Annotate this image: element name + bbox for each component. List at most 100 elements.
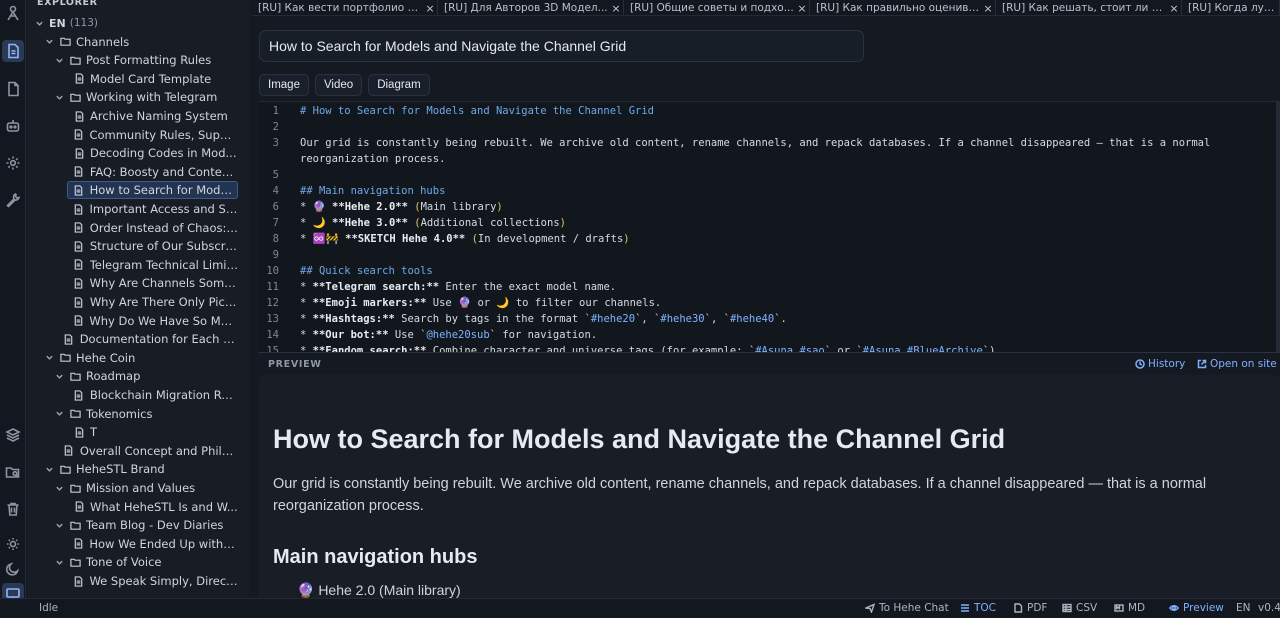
- code-token: @hehe20sub: [426, 329, 490, 341]
- code-token: *: [300, 297, 313, 309]
- pdf-button[interactable]: PDF: [1013, 602, 1047, 614]
- line-content: * 🌙 **Hehe 3.0** (Additional collections…: [300, 215, 566, 231]
- editor-tab[interactable]: [RU] Как вести портфолио а... ×: [252, 0, 438, 15]
- line-number: 13: [266, 313, 279, 325]
- tree-file[interactable]: Order Instead of Chaos: ...: [73, 219, 238, 237]
- preview-heading: How to Search for Models and Navigate th…: [273, 424, 1006, 454]
- tree-file[interactable]: T: [73, 423, 238, 441]
- tree-file[interactable]: Community Rules, Suppo...: [73, 126, 238, 144]
- code-token: Use 🔮 or 🌙 to filter our channels.: [426, 297, 662, 309]
- file-icon: [73, 240, 85, 252]
- preview-pane: How to Search for Models and Navigate th…: [259, 375, 1280, 598]
- toc-label: TOC: [974, 602, 997, 614]
- open-on-site-button[interactable]: Open on site: [1197, 357, 1277, 371]
- tab-close-icon[interactable]: ×: [609, 2, 623, 15]
- tree-folder[interactable]: Working with Telegram: [53, 88, 238, 106]
- settings-icon[interactable]: [2, 152, 24, 174]
- insert-image-button[interactable]: Image: [259, 74, 309, 96]
- tree-file[interactable]: Important Access and Su...: [73, 200, 238, 218]
- insert-video-button[interactable]: Video: [314, 74, 363, 96]
- file-icon: [73, 501, 85, 513]
- code-token: #hehe40: [729, 313, 775, 325]
- tree-item-label: Post Formatting Rules: [86, 53, 212, 68]
- code-token: ): [496, 201, 503, 213]
- code-token: *: [300, 329, 313, 341]
- code-token: ` for navigation.: [489, 329, 598, 341]
- tree-folder[interactable]: Hehe Coin: [43, 349, 238, 367]
- folder-icon: [69, 556, 81, 568]
- layers-icon[interactable]: [2, 424, 24, 446]
- tree-file[interactable]: Blockchain Migration Ro...: [73, 386, 238, 404]
- chevron-down-icon: [53, 482, 65, 494]
- editor-tab[interactable]: [RU] Для Авторов 3D Модел... ×: [438, 0, 624, 15]
- editor-tab[interactable]: [RU] Когда лучше в: [1182, 0, 1280, 15]
- tools-icon[interactable]: [2, 189, 24, 211]
- language-selector[interactable]: EN: [1236, 602, 1251, 614]
- tree-folder[interactable]: Post Formatting Rules: [53, 51, 238, 69]
- insert-diagram-button[interactable]: Diagram: [368, 74, 430, 96]
- tree-file[interactable]: We Speak Simply, Directl...: [73, 572, 238, 590]
- code-token: *: [300, 345, 313, 352]
- line-content: ## Main navigation hubs: [300, 183, 445, 199]
- tree-file[interactable]: How to Search for Model...: [67, 181, 238, 200]
- folder-search-icon[interactable]: [2, 461, 24, 483]
- explorer-panel: EXPLORER EN (113) Channels Post Formattin…: [27, 0, 249, 598]
- editor-tab[interactable]: [RU] Как правильно оценива... ×: [810, 0, 996, 15]
- chevron-down-icon: [53, 91, 65, 103]
- to-chat-button[interactable]: To Hehe Chat: [865, 602, 949, 614]
- code-token: **SKETCH Hehe 4.0**: [345, 233, 466, 245]
- code-token: *: [300, 313, 313, 325]
- toc-button[interactable]: TOC: [960, 602, 996, 614]
- tree-item-label: Mission and Values: [86, 481, 196, 495]
- tree-file[interactable]: Documentation for Each C...: [63, 330, 238, 348]
- explorer-icon[interactable]: [2, 40, 24, 62]
- tree-file[interactable]: What HeheSTL Is and W...: [73, 498, 238, 516]
- tree-folder[interactable]: Roadmap: [53, 367, 238, 385]
- tree-file[interactable]: Telegram Technical Limit...: [73, 256, 238, 274]
- tree-folder[interactable]: Tokenomics: [53, 405, 238, 423]
- tab-label: [RU] Для Авторов 3D Модел...: [444, 2, 608, 14]
- tree-folder[interactable]: Team Blog - Dev Diaries: [53, 516, 238, 534]
- tab-close-icon[interactable]: ×: [423, 2, 437, 15]
- tree-file[interactable]: Archive Naming System: [73, 107, 238, 125]
- tab-close-icon[interactable]: ×: [795, 2, 809, 15]
- tree-file[interactable]: Overall Concept and Philo...: [63, 442, 238, 460]
- tree-file[interactable]: Why Are Channels Some...: [73, 274, 238, 292]
- editor-tab[interactable]: [RU] Общие советы и подхо... ×: [624, 0, 810, 15]
- moon-icon[interactable]: [2, 558, 24, 580]
- markdown-editor[interactable]: 1 # How to Search for Models and Navigate…: [259, 101, 1280, 352]
- tree-file[interactable]: Why Do We Have So Man...: [73, 312, 238, 330]
- sun-icon[interactable]: [2, 533, 24, 555]
- tree-folder[interactable]: Mission and Values: [53, 479, 238, 497]
- bot-icon[interactable]: [2, 115, 24, 137]
- tree-folder[interactable]: Tone of Voice: [53, 553, 238, 571]
- editor-tab[interactable]: [RU] Как решать, стоит ли д... ×: [996, 0, 1182, 15]
- tab-close-icon[interactable]: ×: [981, 2, 995, 15]
- tree-file[interactable]: Model Card Template: [73, 70, 238, 88]
- tree-file[interactable]: Structure of Our Subscri...: [73, 237, 238, 255]
- md-button[interactable]: MD: [1114, 602, 1145, 614]
- preview-toggle-button[interactable]: Preview: [1169, 602, 1224, 614]
- tree-file[interactable]: Why Are There Only Pict...: [73, 293, 238, 311]
- csv-label: CSV: [1076, 602, 1098, 614]
- tree-root-en[interactable]: EN (113): [33, 14, 243, 32]
- trash-icon[interactable]: [2, 498, 24, 520]
- tree-item-label: FAQ: Boosty and Conten...: [89, 164, 238, 179]
- chevron-down-icon: [33, 17, 45, 29]
- csv-button[interactable]: CSV: [1062, 602, 1097, 614]
- file-icon: [73, 110, 85, 122]
- history-button[interactable]: History: [1135, 357, 1185, 371]
- tree-file[interactable]: How We Ended Up with H...: [73, 535, 238, 553]
- status-state: Idle: [39, 602, 59, 614]
- tree-folder[interactable]: HeheSTL Brand: [43, 460, 238, 478]
- line-content: Our grid is constantly being rebuilt. We…: [300, 135, 1210, 151]
- code-token: Additional collections: [420, 217, 560, 229]
- document-icon[interactable]: [2, 78, 24, 100]
- tree-file[interactable]: Decoding Codes in Mod...: [73, 144, 238, 162]
- tree-folder[interactable]: Channels: [43, 33, 238, 51]
- code-token: **Telegram search:**: [312, 281, 440, 293]
- tree-file[interactable]: FAQ: Boosty and Conten...: [73, 163, 238, 181]
- tab-close-icon[interactable]: ×: [1167, 2, 1181, 15]
- editor-scrollbar[interactable]: [1276, 102, 1280, 352]
- document-title-input[interactable]: How to Search for Models and Navigate th…: [259, 30, 864, 62]
